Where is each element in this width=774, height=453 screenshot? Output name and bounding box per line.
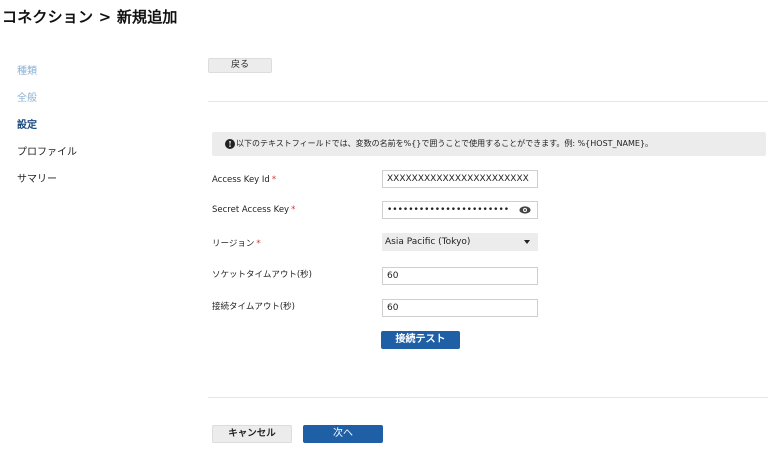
secret-access-key-label-text: Secret Access Key xyxy=(212,205,290,215)
secret-access-key-label: Secret Access Key * xyxy=(212,205,295,215)
required-mark: * xyxy=(271,175,277,185)
socket-timeout-field[interactable]: 60 xyxy=(382,267,538,285)
sidebar-item-profile[interactable]: プロファイル xyxy=(17,143,77,158)
access-key-id-label-text: Access Key Id xyxy=(212,175,270,185)
region-label: リージョン * xyxy=(212,237,261,249)
info-icon: ! xyxy=(225,139,235,149)
sidebar-item-type[interactable]: 種類 xyxy=(17,62,37,77)
secret-access-key-value: ••••••••••••••••••••••• xyxy=(387,205,510,215)
socket-timeout-label: ソケットタイムアウト(秒) xyxy=(212,270,312,280)
caret-down-icon xyxy=(524,240,530,244)
next-button[interactable]: 次へ xyxy=(303,425,383,443)
region-selected-value: Asia Pacific (Tokyo) xyxy=(385,237,471,247)
test-connection-button[interactable]: 接続テスト xyxy=(381,331,460,349)
eye-icon[interactable] xyxy=(519,206,531,214)
access-key-id-field[interactable]: XXXXXXXXXXXXXXXXXXXXXXX xyxy=(382,170,538,188)
sidebar-item-summary[interactable]: サマリー xyxy=(17,170,57,185)
connect-timeout-label: 接続タイムアウト(秒) xyxy=(212,302,295,312)
connect-timeout-field[interactable]: 60 xyxy=(382,299,538,317)
info-text: 以下のテキストフィールドでは、変数の名前を%{}で囲うことで使用することができま… xyxy=(236,139,654,148)
sidebar-item-settings[interactable]: 設定 xyxy=(17,116,37,131)
secret-access-key-field[interactable]: ••••••••••••••••••••••• xyxy=(382,201,538,219)
region-label-text: リージョン xyxy=(212,239,255,249)
required-mark: * xyxy=(291,205,296,215)
sidebar-item-general[interactable]: 全般 xyxy=(17,89,37,104)
divider-top xyxy=(208,101,768,102)
divider-bottom xyxy=(208,397,768,398)
cancel-button[interactable]: キャンセル xyxy=(212,425,292,443)
region-select[interactable]: Asia Pacific (Tokyo) xyxy=(382,233,538,251)
access-key-id-label: Access Key Id * xyxy=(212,175,276,185)
page-title: コネクション > 新規追加 xyxy=(2,8,178,26)
info-banner: ! 以下のテキストフィールドでは、変数の名前を%{}で囲うことで使用することがで… xyxy=(212,132,766,156)
back-button[interactable]: 戻る xyxy=(208,58,272,73)
required-mark: * xyxy=(256,239,261,249)
